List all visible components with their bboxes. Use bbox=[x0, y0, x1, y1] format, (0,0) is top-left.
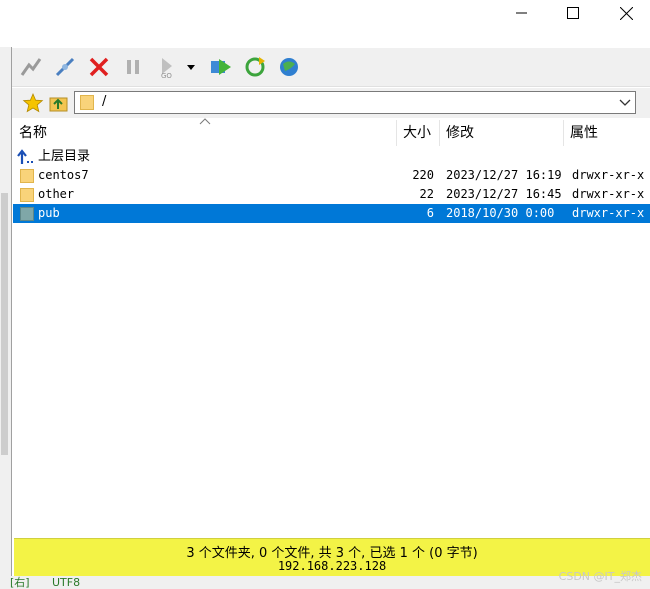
table-row-selected[interactable]: pub 6 2018/10/30 0:00 drwxr-xr-x bbox=[13, 204, 650, 223]
pane-mode-label: [右] bbox=[10, 576, 30, 589]
encoding-label: UTF8 bbox=[52, 576, 81, 589]
watermark: CSDN @IT_郑杰 bbox=[558, 570, 642, 583]
file-attributes: drwxr-xr-x bbox=[572, 187, 645, 201]
folder-icon bbox=[20, 169, 34, 183]
file-name: pub bbox=[38, 206, 60, 220]
minimize-icon bbox=[516, 12, 527, 14]
file-list: 名称 大小 修改 属性 上层目录 centos7 220 2023/12/27 … bbox=[13, 118, 650, 537]
connect-wizard-icon bbox=[20, 58, 42, 76]
path-combobox[interactable]: / bbox=[74, 91, 636, 114]
status-bar: 3 个文件夹, 0 个文件, 共 3 个, 已选 1 个 (0 字节) 192.… bbox=[14, 538, 650, 576]
file-attributes: drwxr-xr-x bbox=[572, 168, 645, 182]
star-icon bbox=[22, 92, 44, 113]
pause-button[interactable] bbox=[120, 54, 146, 80]
file-modified: 2023/12/27 16:19 bbox=[446, 168, 562, 182]
close-button[interactable] bbox=[603, 0, 649, 26]
dropdown-arrow-icon bbox=[187, 65, 195, 70]
table-row[interactable]: other 22 2023/12/27 16:45 drwxr-xr-x bbox=[13, 185, 650, 204]
file-name: other bbox=[38, 187, 75, 201]
file-modified: 2023/12/27 16:45 bbox=[446, 187, 562, 201]
list-item-parent[interactable]: 上层目录 bbox=[13, 147, 650, 167]
left-pane-edge bbox=[0, 47, 12, 589]
file-size: 220 bbox=[412, 168, 434, 182]
connect-button[interactable] bbox=[52, 54, 78, 80]
path-bar: / bbox=[12, 88, 650, 118]
disconnect-button[interactable] bbox=[86, 54, 112, 80]
up-arrow-icon bbox=[17, 149, 33, 164]
maximize-button[interactable] bbox=[550, 0, 596, 26]
close-icon bbox=[619, 6, 633, 20]
svg-text:GO: GO bbox=[161, 72, 172, 79]
file-size: 22 bbox=[419, 187, 434, 201]
path-value: / bbox=[102, 94, 107, 109]
column-header-name[interactable]: 名称 bbox=[13, 120, 397, 146]
goto-dropdown-button[interactable] bbox=[184, 54, 198, 80]
minimize-button[interactable] bbox=[499, 0, 545, 26]
column-header-modified[interactable]: 修改 bbox=[440, 120, 564, 146]
globe-icon bbox=[280, 58, 298, 76]
goto-button[interactable]: GO bbox=[154, 54, 180, 80]
globe-button[interactable] bbox=[276, 54, 302, 80]
connect-wizard-button[interactable] bbox=[18, 54, 44, 80]
folder-icon bbox=[80, 95, 94, 110]
bottom-bar: [右] UTF8 CSDN @IT_郑杰 bbox=[0, 570, 650, 589]
file-attributes: drwxr-xr-x bbox=[572, 206, 645, 220]
column-header-size[interactable]: 大小 bbox=[397, 120, 440, 146]
chevron-down-icon bbox=[619, 99, 631, 106]
pause-icon bbox=[127, 60, 139, 74]
goto-icon: GO bbox=[161, 58, 172, 79]
column-header-attributes[interactable]: 属性 bbox=[564, 120, 650, 146]
folder-icon bbox=[20, 207, 34, 221]
file-name: centos7 bbox=[38, 168, 89, 182]
connect-icon bbox=[55, 57, 75, 77]
file-size: 6 bbox=[426, 206, 434, 220]
maximize-icon bbox=[567, 7, 579, 19]
folder-up-icon bbox=[49, 97, 68, 112]
parent-folder-button[interactable] bbox=[46, 90, 72, 116]
transfer-button[interactable] bbox=[208, 54, 234, 80]
file-modified: 2018/10/30 0:00 bbox=[446, 206, 555, 220]
transfer-icon bbox=[211, 59, 231, 75]
disconnect-icon bbox=[89, 57, 109, 77]
folder-icon bbox=[20, 188, 34, 202]
refresh-icon bbox=[245, 57, 265, 77]
toolbar: GO bbox=[12, 48, 650, 87]
vertical-scrollbar[interactable] bbox=[1, 193, 8, 455]
refresh-button[interactable] bbox=[242, 54, 268, 80]
bookmark-button[interactable] bbox=[20, 90, 46, 116]
status-host: 192.168.223.128 bbox=[277, 559, 387, 573]
parent-dir-label: 上层目录 bbox=[38, 149, 91, 164]
table-row[interactable]: centos7 220 2023/12/27 16:19 drwxr-xr-x bbox=[13, 166, 650, 185]
